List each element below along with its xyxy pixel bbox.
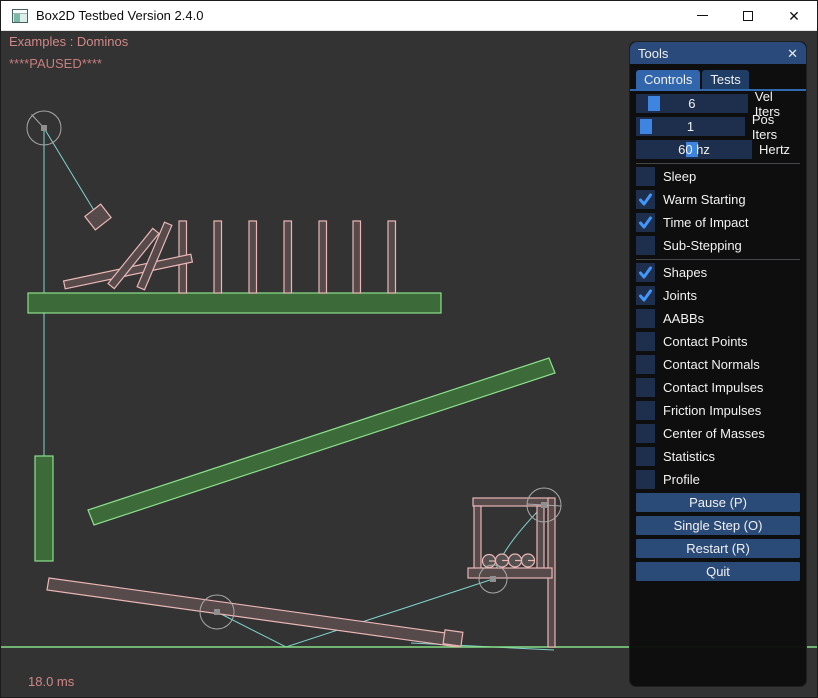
app-icon: [12, 9, 28, 23]
slider-vel-iters[interactable]: 6: [636, 94, 748, 113]
checkbox-unchecked[interactable]: [636, 309, 655, 328]
checkbox-shapes[interactable]: Shapes: [636, 263, 800, 282]
button-pause-p[interactable]: Pause (P): [636, 493, 800, 512]
slider-section: 6Vel Iters1Pos Iters60 hzHertz: [636, 94, 800, 159]
checkbox-center-of-masses[interactable]: Center of Masses: [636, 424, 800, 443]
checkbox-sub-stepping[interactable]: Sub-Stepping: [636, 236, 800, 255]
checkbox-label: Warm Starting: [663, 192, 746, 207]
checkbox-unchecked[interactable]: [636, 447, 655, 466]
checkbox-label: Contact Impulses: [663, 380, 763, 395]
domino: [319, 221, 327, 293]
anchor-squares: [41, 125, 547, 615]
slider-row-vel-iters: 6Vel Iters: [636, 94, 800, 113]
tabbar: ControlsTests: [630, 64, 806, 91]
slider-label: Hertz: [759, 142, 790, 157]
checkbox-sleep[interactable]: Sleep: [636, 167, 800, 186]
checkbox-checked-icon[interactable]: [636, 190, 655, 209]
slider-value: 60 hz: [636, 140, 752, 159]
maximize-icon: [743, 11, 753, 21]
tab-controls[interactable]: Controls: [636, 70, 700, 89]
frame-left-post: [474, 506, 481, 576]
checkbox-label: Center of Masses: [663, 426, 765, 441]
checkbox-label: Contact Points: [663, 334, 748, 349]
frame-inner-post: [537, 506, 544, 576]
minimize-button[interactable]: [679, 1, 725, 30]
checkbox-contact-impulses[interactable]: Contact Impulses: [636, 378, 800, 397]
maximize-button[interactable]: [725, 1, 771, 30]
checkbox-joints[interactable]: Joints: [636, 286, 800, 305]
checkbox-label: Sub-Stepping: [663, 238, 742, 253]
slider-pos-iters[interactable]: 1: [636, 117, 745, 136]
domino: [284, 221, 292, 293]
window-controls: ✕: [679, 1, 817, 30]
domino: [353, 221, 361, 293]
pendulum-box: [85, 204, 111, 230]
checkbox-label: Contact Normals: [663, 357, 760, 372]
slider-value: 1: [636, 117, 745, 136]
checkbox-warm-starting[interactable]: Warm Starting: [636, 190, 800, 209]
domino-platform: [28, 293, 441, 313]
checkbox-checked-icon[interactable]: [636, 286, 655, 305]
tools-titlebar[interactable]: Tools ✕: [630, 42, 806, 64]
checkbox-label: AABBs: [663, 311, 704, 326]
checkbox-label: Profile: [663, 472, 700, 487]
checkbox-label: Joints: [663, 288, 697, 303]
tools-close-icon[interactable]: ✕: [787, 47, 798, 60]
checkbox-friction-impulses[interactable]: Friction Impulses: [636, 401, 800, 420]
tools-title: Tools: [638, 46, 668, 61]
checkbox-contact-normals[interactable]: Contact Normals: [636, 355, 800, 374]
slider-row-pos-iters: 1Pos Iters: [636, 117, 800, 136]
checkbox-label: Time of Impact: [663, 215, 748, 230]
checkbox-unchecked[interactable]: [636, 236, 655, 255]
tab-tests[interactable]: Tests: [702, 70, 748, 89]
vertical-board: [35, 456, 53, 561]
tilted-plank: [47, 578, 460, 647]
checkbox-label: Friction Impulses: [663, 403, 761, 418]
checkbox-label: Statistics: [663, 449, 715, 464]
example-label: Examples : Dominos: [9, 34, 128, 49]
solver-options: Sleep Warm Starting Time of Impact Sub-Step…: [636, 167, 800, 255]
frame-time-label: 18.0 ms: [28, 674, 74, 689]
paused-label: ****PAUSED****: [9, 56, 102, 71]
checkbox-time-of-impact[interactable]: Time of Impact: [636, 213, 800, 232]
checkbox-unchecked[interactable]: [636, 378, 655, 397]
checkbox-checked-icon[interactable]: [636, 213, 655, 232]
action-buttons: Pause (P) Single Step (O) Restart (R) Quit: [636, 493, 800, 581]
draw-options: Shapes Joints AABBs Contact Points Contact N…: [636, 263, 800, 489]
domino: [214, 221, 222, 293]
slider-value: 6: [636, 94, 748, 113]
separator: [636, 163, 800, 164]
checkbox-statistics[interactable]: Statistics: [636, 447, 800, 466]
tools-panel: Tools ✕ ControlsTests 6Vel Iters1Pos Ite…: [629, 41, 807, 687]
domino: [388, 221, 396, 293]
app-window: Box2D Testbed Version 2.4.0 ✕: [0, 0, 818, 698]
checkbox-unchecked[interactable]: [636, 355, 655, 374]
checkbox-label: Sleep: [663, 169, 696, 184]
button-quit[interactable]: Quit: [636, 562, 800, 581]
checkbox-label: Shapes: [663, 265, 707, 280]
checkbox-unchecked[interactable]: [636, 470, 655, 489]
button-restart-r[interactable]: Restart (R): [636, 539, 800, 558]
plank-end-block: [443, 630, 463, 646]
checkbox-unchecked[interactable]: [636, 401, 655, 420]
checkbox-unchecked[interactable]: [636, 332, 655, 351]
checkbox-checked-icon[interactable]: [636, 263, 655, 282]
checkbox-profile[interactable]: Profile: [636, 470, 800, 489]
domino: [249, 221, 257, 293]
close-icon: ✕: [788, 9, 800, 23]
separator: [636, 259, 800, 260]
close-button[interactable]: ✕: [771, 1, 817, 30]
button-single-step-o[interactable]: Single Step (O): [636, 516, 800, 535]
checkbox-contact-points[interactable]: Contact Points: [636, 332, 800, 351]
slider-row-hertz: 60 hz Hertz: [636, 140, 800, 159]
slider-hertz[interactable]: 60 hz: [636, 140, 752, 159]
checkbox-unchecked[interactable]: [636, 167, 655, 186]
slider-label: Pos Iters: [752, 112, 800, 142]
simulation-canvas[interactable]: Examples : Dominos ****PAUSED**** 18.0 m…: [1, 31, 818, 698]
window-title: Box2D Testbed Version 2.4.0: [36, 8, 203, 23]
minimize-icon: [697, 15, 708, 16]
checkbox-unchecked[interactable]: [636, 424, 655, 443]
titlebar: Box2D Testbed Version 2.4.0 ✕: [1, 1, 817, 31]
checkbox-aabbs[interactable]: AABBs: [636, 309, 800, 328]
